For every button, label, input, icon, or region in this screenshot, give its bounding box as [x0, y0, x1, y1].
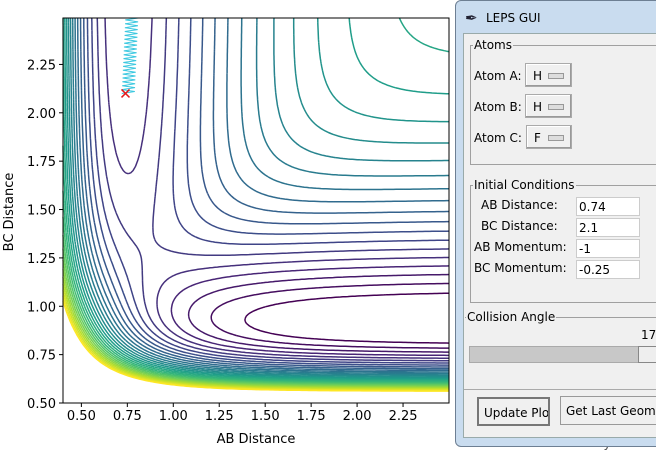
window-title: LEPS GUI — [486, 11, 541, 25]
y-tick-label: 1.75 — [27, 155, 56, 170]
slider-handle[interactable] — [638, 346, 656, 363]
trajectory-line — [121, 17, 139, 94]
collision-angle-value: 179 — [641, 328, 656, 342]
atom-c-label: Atom C: — [474, 131, 522, 145]
ab-momentum-input[interactable]: -1 — [576, 239, 640, 258]
x-tick-label: 0.50 — [67, 409, 96, 424]
bc-distance-label: BC Distance: — [481, 219, 558, 233]
contour-level — [65, 17, 449, 379]
contour-level — [244, 292, 450, 344]
leps-gui-window: ✒ LEPS GUI Atoms Atom A: H Atom B: H Ato… — [455, 0, 656, 447]
initial-conditions-label: Initial Conditions — [473, 178, 576, 192]
y-tick-label: 0.50 — [27, 397, 56, 412]
contour-level — [69, 17, 449, 376]
y-tick-label: 1.50 — [27, 204, 56, 219]
collision-angle-slider[interactable] — [469, 346, 656, 363]
x-axis-label: AB Distance — [217, 432, 296, 447]
x-tick-label: 1.75 — [297, 409, 326, 424]
x-tick-label: 2.25 — [389, 409, 418, 424]
x-tick-label: 1.00 — [159, 409, 188, 424]
atom-a-select[interactable]: H — [525, 63, 572, 87]
contour-lines — [62, 17, 450, 392]
atom-a-label: Atom A: — [474, 69, 522, 83]
atoms-group: Atoms Atom A: H Atom B: H Atom C: F — [470, 38, 656, 165]
contour-plot: 0.50 0.75 1.00 1.25 1.50 1.75 2.00 2.25 0.50 0.75… — [2, 17, 450, 447]
contour-level — [79, 17, 449, 370]
x-tick-label: 2.00 — [343, 409, 372, 424]
atom-b-select[interactable]: H — [525, 94, 572, 118]
bc-distance-input[interactable]: 2.1 — [576, 218, 640, 237]
update-plot-button[interactable]: Update Plot — [477, 397, 550, 426]
atom-b-label: Atom B: — [474, 100, 522, 114]
bc-momentum-input[interactable]: -0.25 — [576, 260, 640, 279]
contour-level — [187, 273, 450, 353]
x-tick-label: 1.25 — [205, 409, 234, 424]
get-last-geometry-button[interactable]: Get Last Geometry — [560, 396, 656, 425]
y-tick-label: 1.00 — [27, 300, 56, 315]
ab-distance-label: AB Distance: — [481, 198, 558, 212]
x-tick-label: 0.75 — [113, 409, 142, 424]
y-axis-label: BC Distance — [2, 173, 17, 252]
contour-level — [91, 17, 449, 364]
collision-angle-group: Collision Angle — [465, 310, 656, 324]
y-tick-label: 1.25 — [27, 252, 56, 267]
y-tick-label: 0.75 — [27, 349, 56, 364]
contour-level — [83, 17, 449, 368]
initial-conditions-group: Initial Conditions AB Distance: 0.74 BC … — [470, 178, 656, 303]
y-tick-label: 2.00 — [27, 107, 56, 122]
contour-level — [86, 17, 450, 366]
atoms-group-label: Atoms — [473, 38, 513, 52]
atom-c-select[interactable]: F — [526, 125, 572, 149]
y-tick-label: 2.25 — [27, 58, 56, 73]
ab-momentum-label: AB Momentum: — [474, 240, 567, 254]
collision-angle-label: Collision Angle — [466, 310, 557, 324]
x-tick-label: 1.50 — [251, 409, 280, 424]
bc-momentum-label: BC Momentum: — [474, 261, 567, 275]
ab-distance-input[interactable]: 0.74 — [576, 197, 640, 216]
feather-icon: ✒ — [465, 9, 478, 27]
